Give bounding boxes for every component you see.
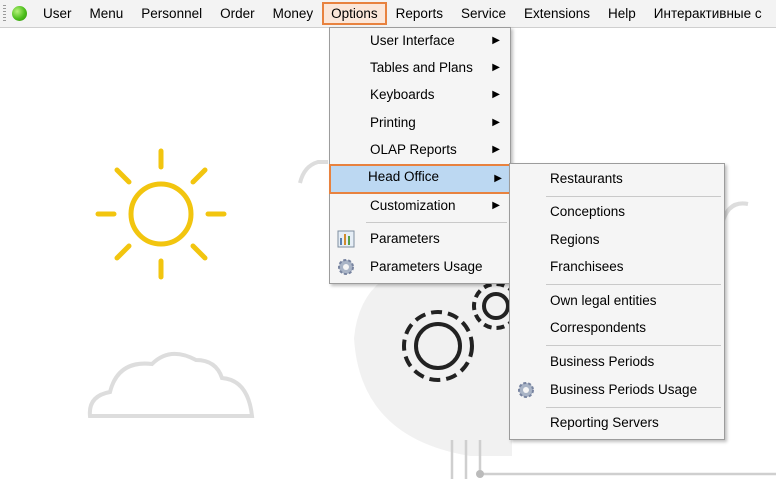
- menu-menu[interactable]: Menu: [81, 2, 133, 25]
- menu-help[interactable]: Help: [599, 2, 645, 25]
- submenu-item-correspondents[interactable]: Correspondents: [511, 315, 723, 341]
- menu-interactive[interactable]: Интерактивные с: [645, 2, 762, 25]
- menu-item-label: User Interface: [370, 33, 455, 48]
- cloud-icon: [87, 352, 255, 418]
- gear-icon: [518, 382, 534, 398]
- submenu-arrow-icon: ▶: [494, 173, 502, 184]
- status-indicator-icon: [12, 6, 27, 21]
- menu-item-label: Tables and Plans: [370, 60, 473, 75]
- main-menu-bar: User Menu Personnel Order Money Options …: [0, 0, 776, 28]
- menu-money[interactable]: Money: [264, 2, 323, 25]
- submenu-arrow-icon: ▶: [492, 117, 500, 128]
- menu-item-label: Correspondents: [550, 320, 647, 335]
- menu-item-customization[interactable]: Customization ▶: [331, 193, 509, 219]
- menu-item-label: Business Periods: [550, 354, 655, 369]
- submenu-item-own-legal-entities[interactable]: Own legal entities: [511, 288, 723, 314]
- menu-item-user-interface[interactable]: User Interface ▶: [331, 28, 509, 54]
- menu-item-label: Franchisees: [550, 259, 624, 274]
- submenu-item-regions[interactable]: Regions: [511, 227, 723, 253]
- head-office-submenu: Restaurants Conceptions Regions Franchis…: [509, 163, 725, 440]
- menu-user[interactable]: User: [34, 2, 81, 25]
- menu-item-label: Restaurants: [550, 171, 623, 186]
- menu-item-label: Customization: [370, 198, 456, 213]
- menu-item-olap-reports[interactable]: OLAP Reports ▶: [331, 137, 509, 163]
- cloud-icon-right: [720, 201, 749, 225]
- submenu-arrow-icon: ▶: [492, 144, 500, 155]
- menu-item-label: Conceptions: [550, 204, 626, 219]
- menu-item-label: Regions: [550, 232, 600, 247]
- submenu-item-franchisees[interactable]: Franchisees: [511, 254, 723, 280]
- menu-service[interactable]: Service: [452, 2, 515, 25]
- parameters-icon: [337, 230, 355, 248]
- menu-order[interactable]: Order: [211, 2, 264, 25]
- menu-personnel[interactable]: Personnel: [132, 2, 211, 25]
- menu-item-tables-and-plans[interactable]: Tables and Plans ▶: [331, 55, 509, 81]
- gear-icon: [338, 259, 354, 275]
- menu-item-printing[interactable]: Printing ▶: [331, 110, 509, 136]
- options-dropdown-menu: User Interface ▶ Tables and Plans ▶ Keyb…: [329, 27, 511, 284]
- submenu-arrow-icon: ▶: [492, 200, 500, 211]
- menu-options[interactable]: Options: [322, 2, 387, 25]
- cloud-icon-left: [298, 160, 328, 184]
- submenu-arrow-icon: ▶: [492, 35, 500, 46]
- menu-separator: [546, 345, 721, 346]
- submenu-item-restaurants[interactable]: Restaurants: [511, 166, 723, 192]
- toolbar-grip[interactable]: [3, 5, 6, 22]
- menu-item-label: Parameters Usage: [370, 259, 483, 274]
- menu-item-label: Parameters: [370, 231, 440, 246]
- menu-item-keyboards[interactable]: Keyboards ▶: [331, 82, 509, 108]
- submenu-arrow-icon: ▶: [492, 62, 500, 73]
- submenu-item-reporting-servers[interactable]: Reporting Servers: [511, 410, 723, 436]
- sun-icon: [95, 148, 227, 280]
- menu-item-label: Reporting Servers: [550, 415, 659, 430]
- menu-item-label: Business Periods Usage: [550, 382, 698, 397]
- menu-item-head-office[interactable]: Head Office ▶: [329, 164, 511, 194]
- menu-separator: [366, 222, 507, 223]
- menu-item-label: Printing: [370, 115, 416, 130]
- submenu-item-business-periods[interactable]: Business Periods: [511, 349, 723, 375]
- menu-extensions[interactable]: Extensions: [515, 2, 599, 25]
- menu-item-label: OLAP Reports: [370, 142, 457, 157]
- menu-separator: [546, 407, 721, 408]
- menu-item-label: Own legal entities: [550, 293, 657, 308]
- submenu-item-conceptions[interactable]: Conceptions: [511, 199, 723, 225]
- menu-item-parameters-usage[interactable]: Parameters Usage: [331, 254, 509, 280]
- submenu-arrow-icon: ▶: [492, 89, 500, 100]
- menu-item-label: Head Office: [368, 169, 440, 184]
- menu-item-label: Keyboards: [370, 87, 435, 102]
- submenu-item-business-periods-usage[interactable]: Business Periods Usage: [511, 377, 723, 403]
- menu-reports[interactable]: Reports: [387, 2, 452, 25]
- menu-item-parameters[interactable]: Parameters: [331, 226, 509, 252]
- menu-separator: [546, 284, 721, 285]
- menu-separator: [546, 196, 721, 197]
